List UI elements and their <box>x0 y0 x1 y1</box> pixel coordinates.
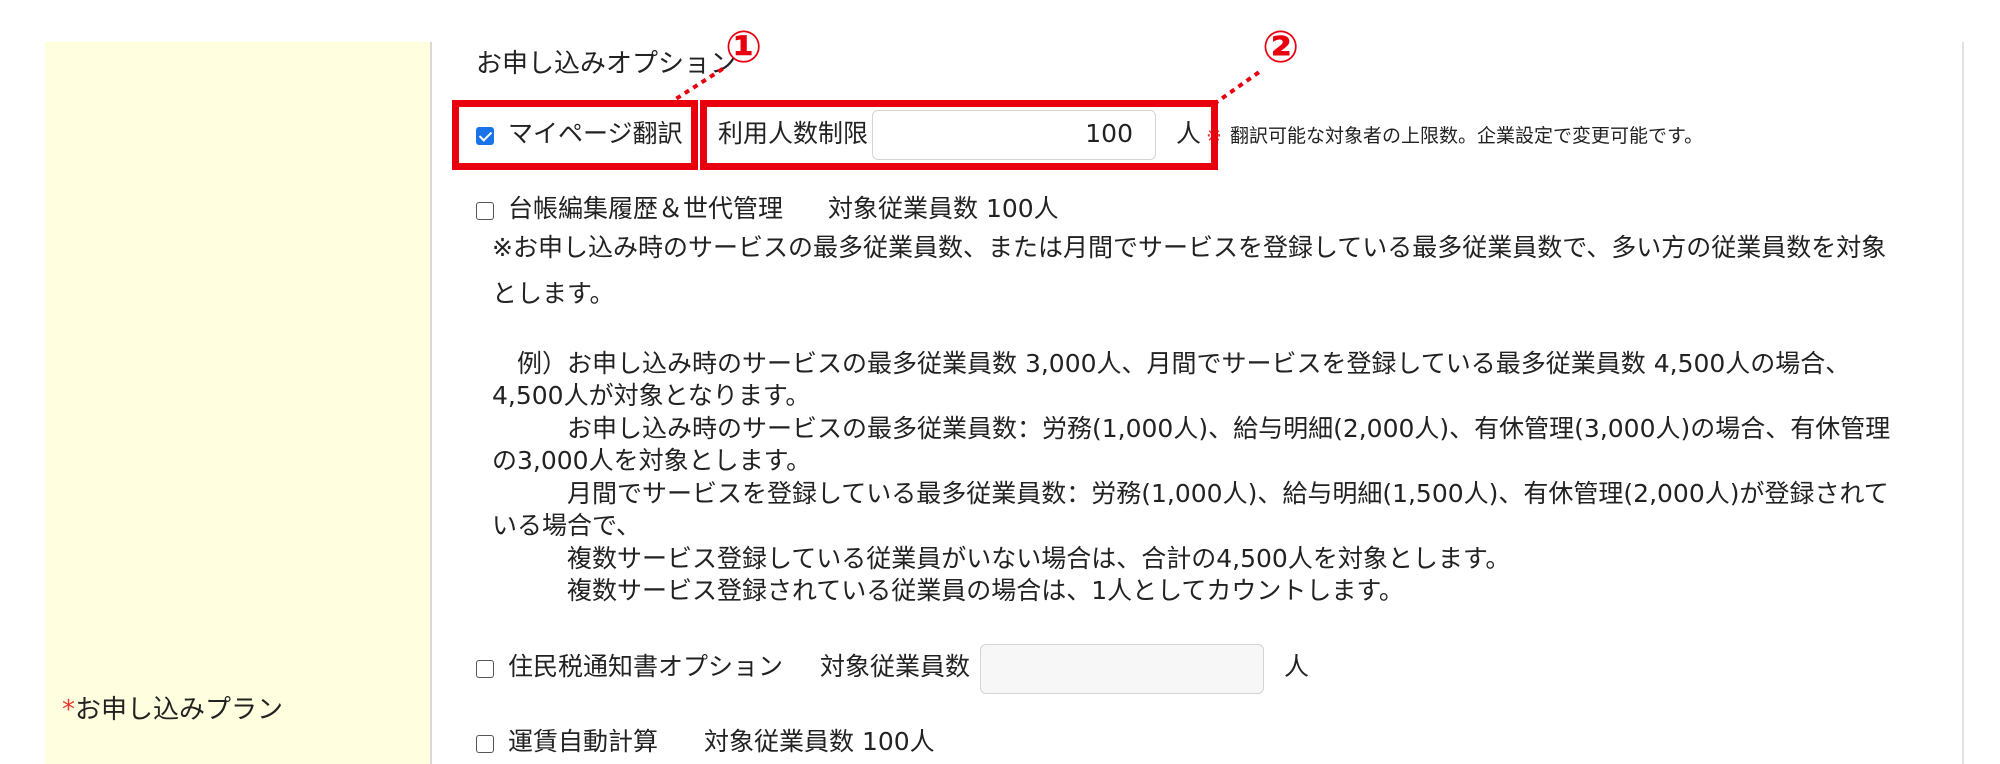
resident-tax-count-label: 対象従業員数 <box>820 652 971 681</box>
example-line: 月間でサービスを登録している最多従業員数：労務(1,000人)、給与明細(1,5… <box>492 479 1889 508</box>
example-line: 例）お申し込み時のサービスの最多従業員数 3,000人、月間でサービスを登録して… <box>492 349 1851 378</box>
example-line: いる場合で、 <box>492 511 642 540</box>
example-line: 4,500人が対象となります。 <box>492 381 811 410</box>
fare-calc-label: 運賃自動計算 <box>508 727 659 756</box>
ledger-label: 台帳編集履歴＆世代管理 <box>508 194 784 223</box>
fare-calc-checkbox[interactable] <box>476 735 494 753</box>
resident-tax-label: 住民税通知書オプション <box>508 652 784 681</box>
resident-tax-count-input[interactable] <box>980 644 1264 694</box>
ledger-checkbox[interactable] <box>476 202 494 220</box>
resident-tax-checkbox[interactable] <box>476 660 494 678</box>
annotation-marker-1: ① <box>725 22 763 73</box>
fare-calc-count-text: 対象従業員数 100人 <box>704 727 935 756</box>
example-line: お申し込み時のサービスの最多従業員数：労務(1,000人)、給与明細(2,000… <box>492 414 1891 443</box>
annotation-marker-2: ② <box>1262 22 1300 73</box>
example-line: 複数サービス登録されている従業員の場合は、1人としてカウントします。 <box>492 576 1404 605</box>
leader-line-1 <box>666 66 726 106</box>
resident-tax-unit: 人 <box>1284 652 1310 681</box>
leader-line-2 <box>1212 68 1264 106</box>
example-line: の3,000人を対象とします。 <box>492 446 812 475</box>
ledger-description-line1: ※お申し込み時のサービスの最多従業員数、または月間でサービスを登録している最多従… <box>492 233 1887 262</box>
example-line: 複数サービス登録している従業員がいない場合は、合計の4,500人を対象とします。 <box>492 544 1511 573</box>
ledger-description-line2: とします。 <box>492 279 615 308</box>
ledger-count-text: 対象従業員数 100人 <box>828 194 1059 223</box>
